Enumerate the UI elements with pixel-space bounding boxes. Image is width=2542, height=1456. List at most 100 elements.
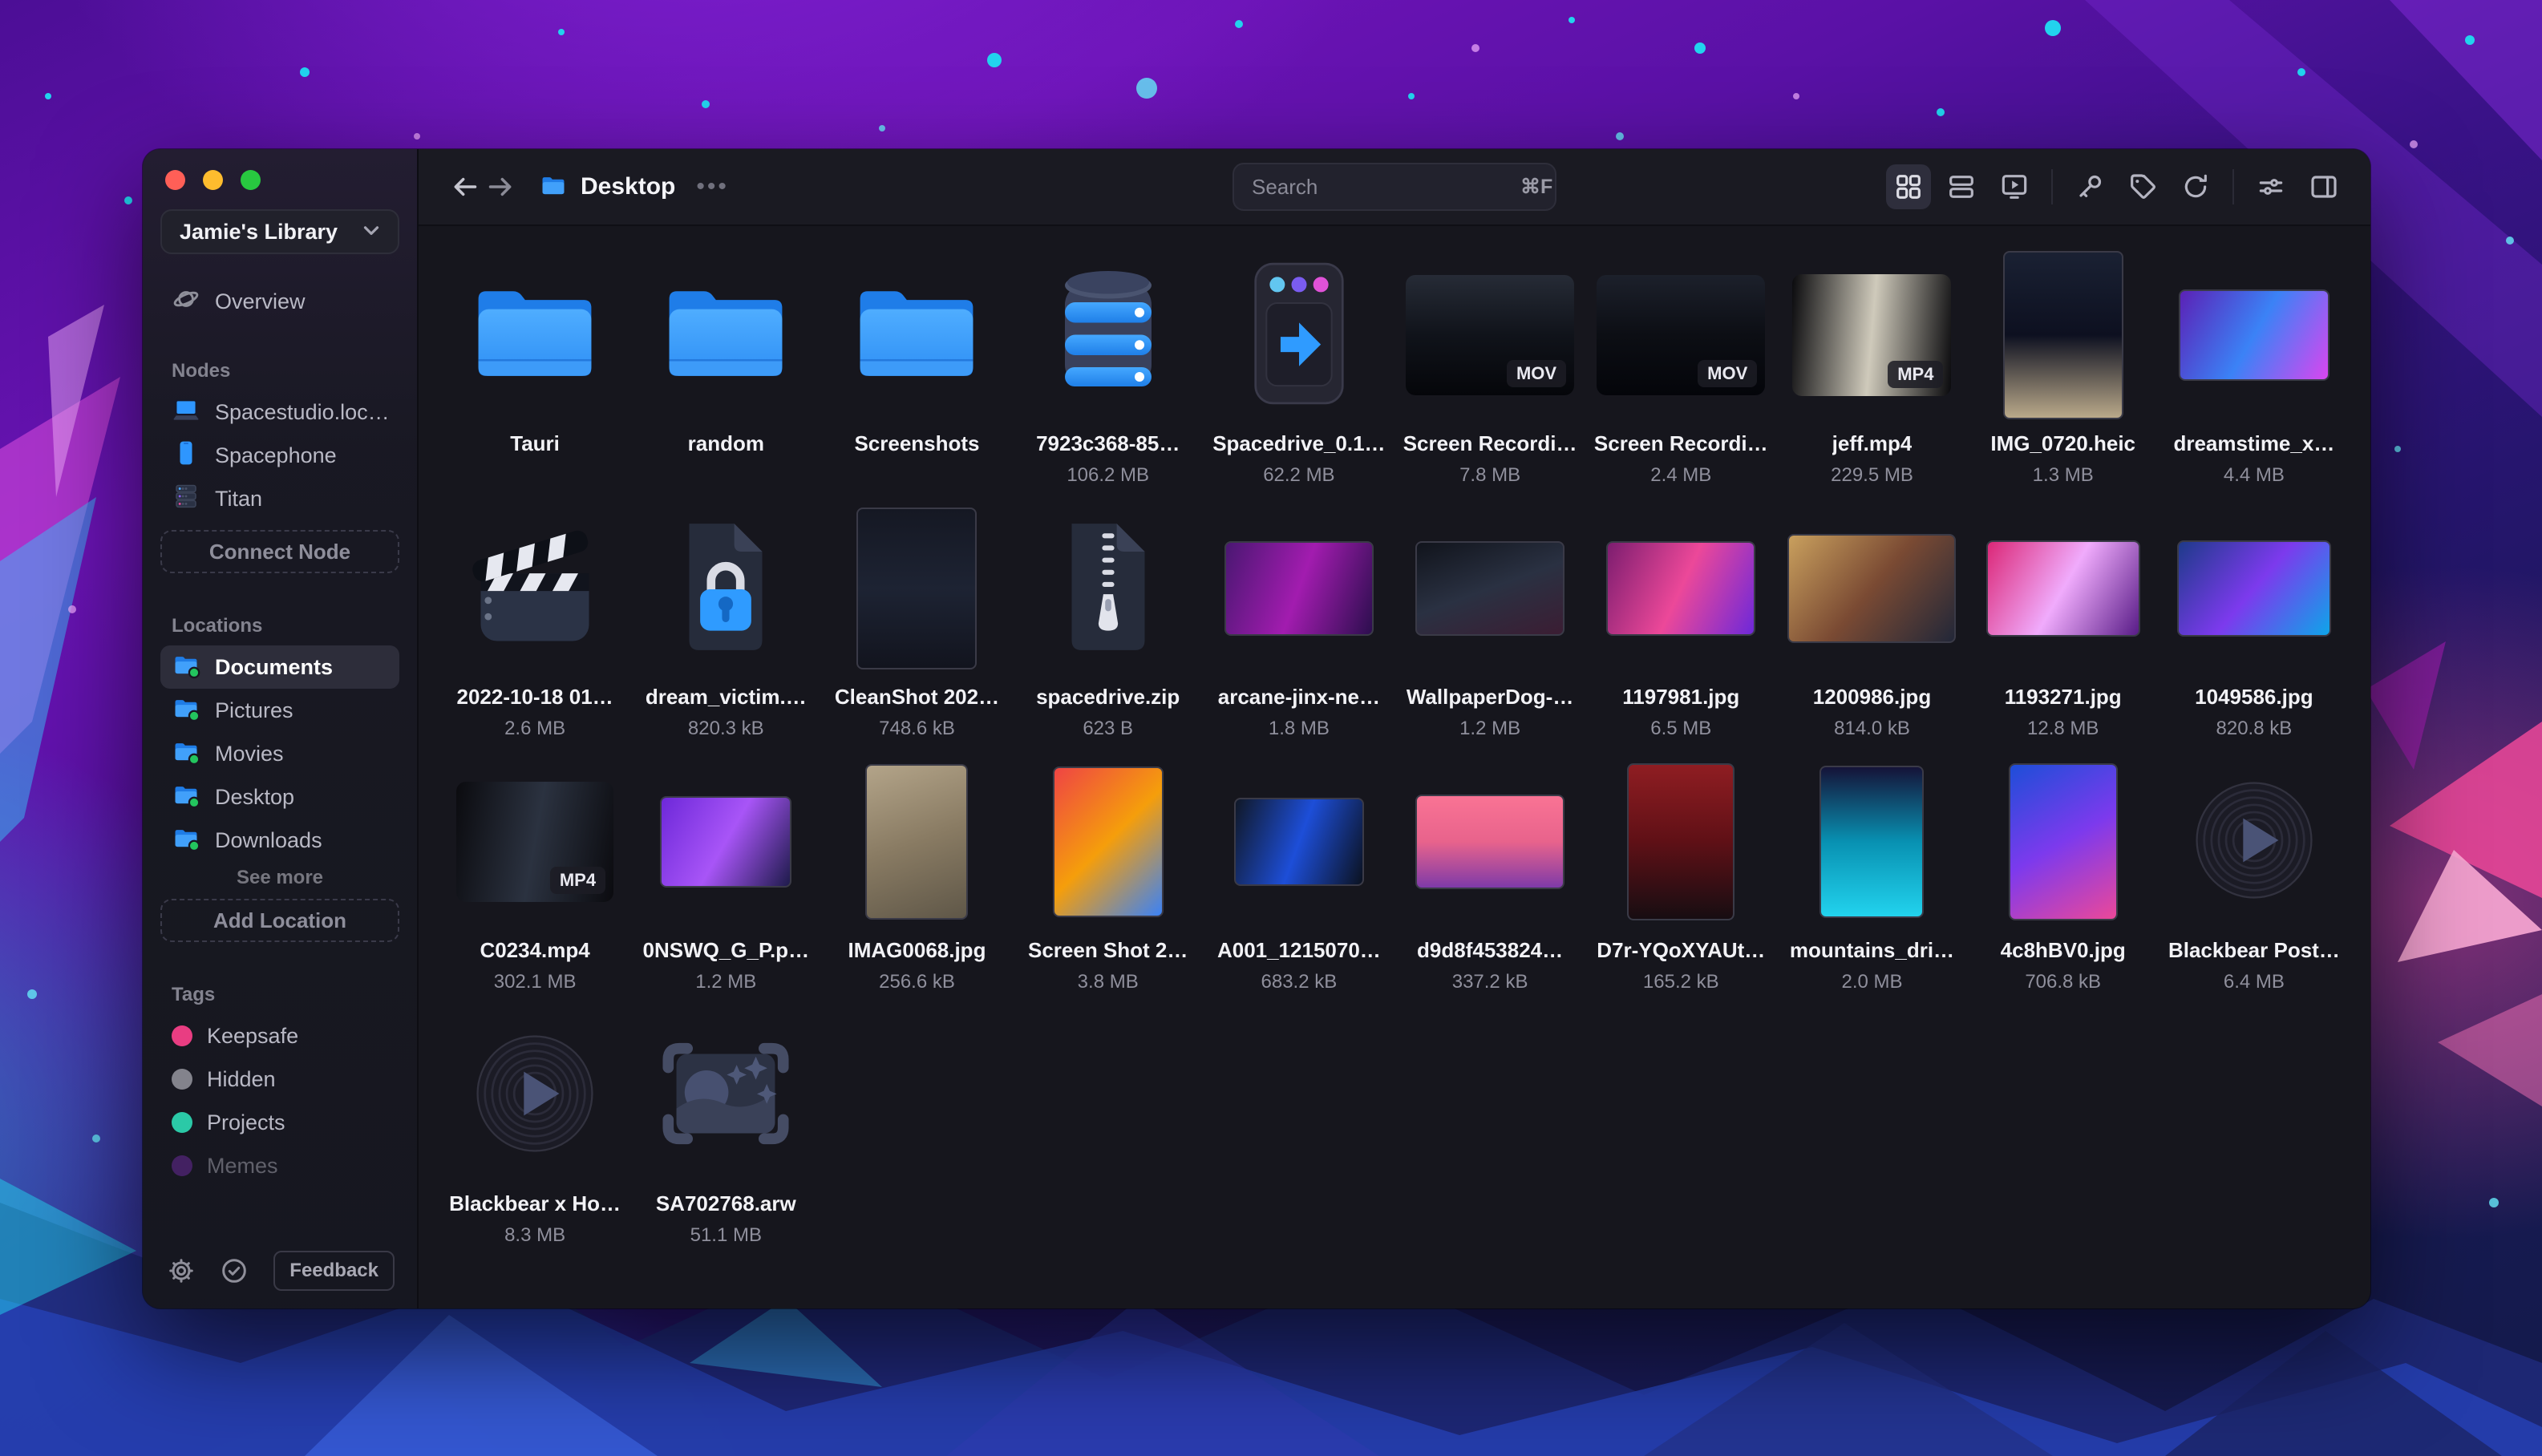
file-card[interactable]: 1193271.jpg 12.8 MB <box>1968 504 2159 757</box>
file-card[interactable]: IMAG0068.jpg 256.6 kB <box>821 757 1012 1010</box>
sidebar-item-overview[interactable]: Overview <box>160 280 399 323</box>
zoom-window-button[interactable] <box>241 170 261 190</box>
file-card[interactable]: MP4 jeff.mp4 229.5 MB <box>1776 250 1967 504</box>
vinyl-icon <box>474 1033 596 1159</box>
settings-gear-icon[interactable] <box>165 1255 197 1287</box>
planet-icon <box>172 285 200 319</box>
sidebar-tag-hidden[interactable]: Hidden <box>160 1058 399 1101</box>
file-size: 337.2 kB <box>1451 971 1528 993</box>
file-card[interactable]: CleanShot 202… 748.6 kB <box>821 504 1012 757</box>
search-box: ⌘F <box>1233 163 1556 211</box>
file-card[interactable]: spacedrive.zip 623 B <box>1013 504 1204 757</box>
file-card[interactable]: Tauri <box>439 250 630 504</box>
file-card[interactable]: A001_1215070… 683.2 kB <box>1204 757 1394 1010</box>
see-more-link[interactable]: See more <box>160 862 399 894</box>
file-card[interactable]: 1049586.jpg 820.8 kB <box>2159 504 2350 757</box>
video-thumbnail: MOV <box>1597 275 1766 395</box>
folder-icon <box>662 278 790 393</box>
file-card[interactable]: mountains_dri… 2.0 MB <box>1776 757 1967 1010</box>
file-card[interactable]: SA702768.arw 51.1 MB <box>630 1010 821 1264</box>
sidebar-location-movies[interactable]: Movies <box>160 732 399 775</box>
image-thumbnail <box>2008 763 2118 920</box>
file-card[interactable]: IMG_0720.heic 1.3 MB <box>1968 250 2159 504</box>
tag-label: Keepsafe <box>207 1023 299 1048</box>
minimize-window-button[interactable] <box>203 170 223 190</box>
file-card[interactable]: Screenshots <box>821 250 1012 504</box>
sidebar-node-item[interactable]: Spacestudio.loc… <box>160 390 399 434</box>
file-card[interactable]: 0NSWQ_G_P.p… 1.2 MB <box>630 757 821 1010</box>
file-size: 2.4 MB <box>1650 464 1712 486</box>
file-size: 6.5 MB <box>1650 718 1712 739</box>
file-card[interactable]: MOV Screen Recordi… 2.4 MB <box>1585 250 1776 504</box>
close-window-button[interactable] <box>165 170 185 190</box>
sidebar-location-pictures[interactable]: Pictures <box>160 689 399 732</box>
grid-view-button[interactable] <box>1886 164 1931 209</box>
forward-button[interactable] <box>483 169 518 204</box>
file-card[interactable]: random <box>630 250 821 504</box>
sidebar-node-item[interactable]: Titan <box>160 477 399 520</box>
file-card[interactable]: arcane-jinx-ne… 1.8 MB <box>1204 504 1394 757</box>
sidebar-node-item[interactable]: Spacephone <box>160 434 399 477</box>
folder-icon <box>172 737 200 771</box>
file-card[interactable]: dream_victim.… 820.3 kB <box>630 504 821 757</box>
file-card[interactable]: Screen Shot 2… 3.8 MB <box>1013 757 1204 1010</box>
file-card[interactable]: 4c8hBV0.jpg 706.8 kB <box>1968 757 2159 1010</box>
tags-list: Keepsafe Hidden Projects Memes <box>160 1014 399 1187</box>
file-card[interactable]: d9d8f453824… 337.2 kB <box>1394 757 1585 1010</box>
refresh-button[interactable] <box>2173 164 2218 209</box>
file-card[interactable]: MP4 C0234.mp4 302.1 MB <box>439 757 630 1010</box>
file-card[interactable]: 2022-10-18 01… 2.6 MB <box>439 504 630 757</box>
key-manager-button[interactable] <box>2067 164 2112 209</box>
file-card[interactable]: WallpaperDog-… 1.2 MB <box>1394 504 1585 757</box>
tag-color-dot <box>172 1155 192 1176</box>
file-card[interactable]: 7923c368-85… 106.2 MB <box>1013 250 1204 504</box>
topbar: Desktop ••• ⌘F <box>419 149 2370 226</box>
sidebar-location-desktop[interactable]: Desktop <box>160 775 399 819</box>
file-card[interactable]: Spacedrive_0.1… 62.2 MB <box>1204 250 1394 504</box>
file-card[interactable]: dreamstime_x… 4.4 MB <box>2159 250 2350 504</box>
file-name: SA702768.arw <box>655 1191 796 1215</box>
media-view-button[interactable] <box>1992 164 2037 209</box>
file-name: 1049586.jpg <box>2195 685 2313 709</box>
list-view-button[interactable] <box>1939 164 1984 209</box>
sidebar-tag-keepsafe[interactable]: Keepsafe <box>160 1014 399 1058</box>
inspector-toggle-button[interactable] <box>2301 164 2346 209</box>
file-card[interactable]: MOV Screen Recordi… 7.8 MB <box>1394 250 1585 504</box>
display-options-button[interactable] <box>2249 164 2293 209</box>
file-name: CleanShot 202… <box>834 685 1000 709</box>
location-label: Pictures <box>215 698 293 722</box>
file-card[interactable]: Blackbear x Ho… 8.3 MB <box>439 1010 630 1264</box>
file-size: 820.3 kB <box>687 718 764 739</box>
folder-icon <box>172 780 200 815</box>
file-size: 706.8 kB <box>2025 971 2102 993</box>
back-button[interactable] <box>447 169 483 204</box>
add-location-button[interactable]: Add Location <box>160 899 399 942</box>
tag-assign-button[interactable] <box>2120 164 2165 209</box>
toolbar-divider <box>2051 169 2053 204</box>
check-circle-icon[interactable] <box>218 1255 250 1287</box>
file-size: 106.2 MB <box>1067 464 1150 486</box>
sidebar-tag-projects[interactable]: Projects <box>160 1101 399 1144</box>
sidebar-tag-memes[interactable]: Memes <box>160 1144 399 1187</box>
file-icon-zone <box>1776 757 1967 927</box>
feedback-button[interactable]: Feedback <box>273 1251 395 1291</box>
file-card[interactable]: Blackbear Post… 6.4 MB <box>2159 757 2350 1010</box>
sidebar: Jamie's Library Overview Nodes Spacestud… <box>143 149 419 1308</box>
file-card[interactable]: 1200986.jpg 814.0 kB <box>1776 504 1967 757</box>
library-selector[interactable]: Jamie's Library <box>160 209 399 254</box>
file-card[interactable]: D7r-YQoXYAUt… 165.2 kB <box>1585 757 1776 1010</box>
folder-options-ellipsis[interactable]: ••• <box>696 173 729 200</box>
search-input[interactable] <box>1252 174 1520 200</box>
image-thumbnail <box>660 796 792 888</box>
file-name: A001_1215070… <box>1216 938 1381 962</box>
file-name: dream_victim.… <box>645 685 807 709</box>
connect-node-button[interactable]: Connect Node <box>160 530 399 573</box>
breadcrumb[interactable]: Desktop ••• <box>539 171 729 204</box>
file-size: 51.1 MB <box>690 1224 762 1246</box>
locations-list: Documents Pictures Movies Desktop Downloads <box>160 645 399 862</box>
file-icon-zone <box>630 250 821 420</box>
file-card[interactable]: 1197981.jpg 6.5 MB <box>1585 504 1776 757</box>
sidebar-location-downloads[interactable]: Downloads <box>160 819 399 862</box>
file-size: 165.2 kB <box>1642 971 1719 993</box>
sidebar-location-documents[interactable]: Documents <box>160 645 399 689</box>
